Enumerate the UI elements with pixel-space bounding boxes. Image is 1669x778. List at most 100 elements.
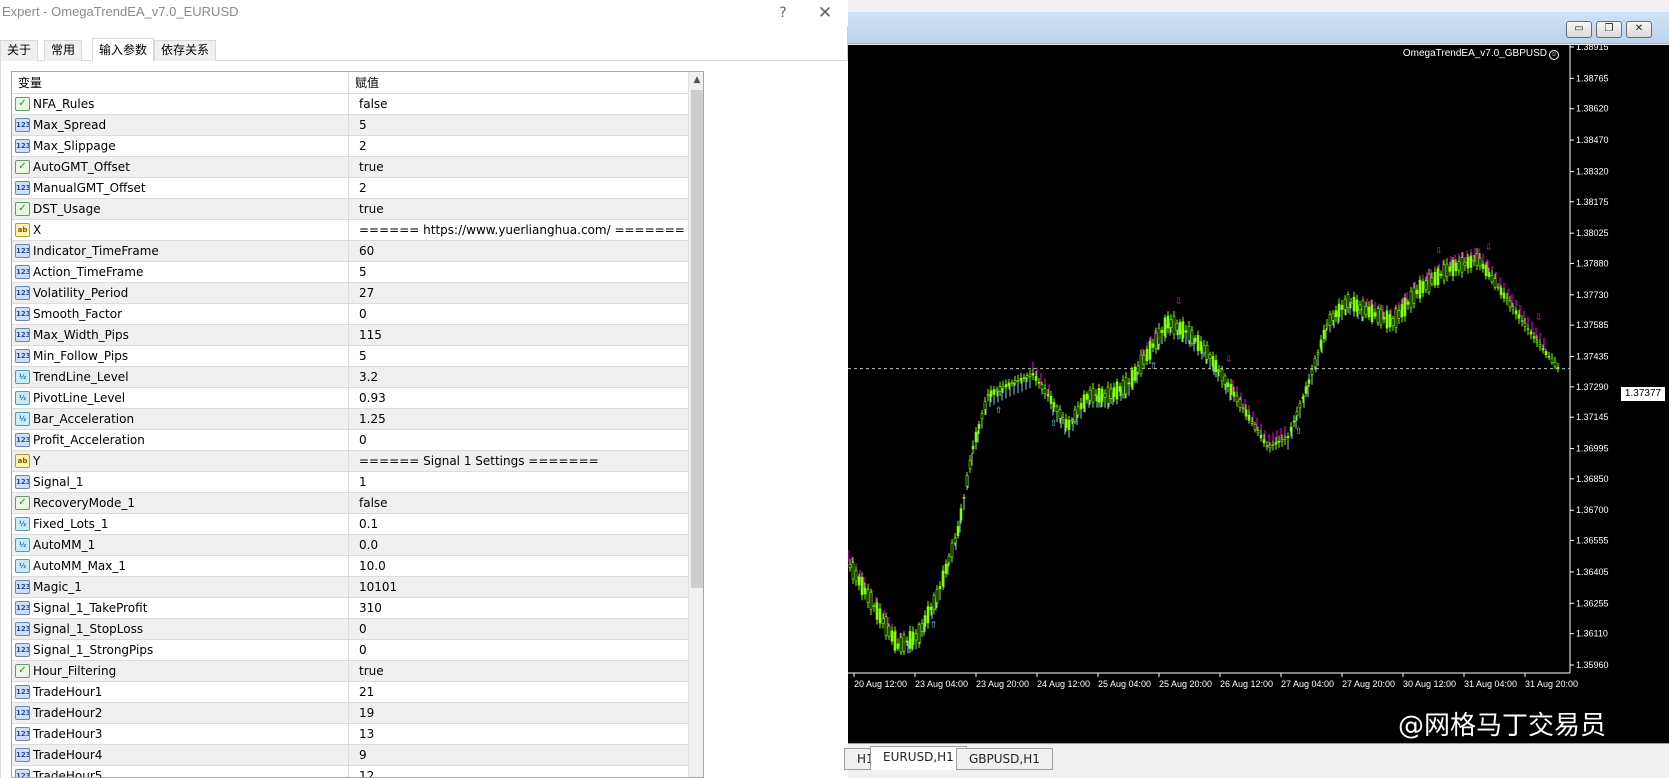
param-row[interactable]: ½ Fixed_Lots_1 0.1 [12,514,688,535]
param-row[interactable]: ✓ NFA_Rules false [12,94,688,115]
param-row[interactable]: 123 Min_Follow_Pips 5 [12,346,688,367]
type-int-icon: 123 [15,181,30,195]
close-icon[interactable]: ✕ [812,2,838,24]
tab-inputs[interactable]: 输入参数 [92,38,155,62]
param-row[interactable]: 123 Magic_1 10101 [12,577,688,598]
candle-body [1490,275,1494,283]
chart-tab-eurusd[interactable]: EURUSD,H1 [870,746,967,770]
param-value[interactable]: 1 [349,472,688,492]
param-name-cell: 123 TradeHour4 [12,745,349,765]
candle-body [926,606,930,624]
param-row[interactable]: ab X ====== https://www.yuerlianghua.com/ … [12,220,688,241]
param-value[interactable]: false [349,94,688,114]
param-row[interactable]: 123 ManualGMT_Offset 2 [12,178,688,199]
param-value[interactable]: ====== Signal 1 Settings ======= [349,451,688,471]
param-row[interactable]: ab Y ====== Signal 1 Settings ======= [12,451,688,472]
param-value[interactable]: true [349,199,688,219]
param-value[interactable]: 2 [349,136,688,156]
param-value[interactable]: false [349,493,688,513]
candle-body [1418,279,1422,299]
param-value[interactable]: true [349,157,688,177]
param-row[interactable]: 123 TradeHour5 12 [12,766,688,777]
param-value[interactable]: 310 [349,598,688,618]
param-value[interactable]: 0 [349,304,688,324]
param-name: Max_Slippage [33,139,116,153]
param-row[interactable]: ½ AutoMM_1 0.0 [12,535,688,556]
param-value[interactable]: 0 [349,619,688,639]
param-value[interactable]: ====== https://www.yuerlianghua.com/ ===… [349,220,688,240]
param-row[interactable]: 123 Indicator_TimeFrame 60 [12,241,688,262]
help-button[interactable]: ? [770,2,796,24]
candle-body [1469,255,1473,268]
dialog-titlebar[interactable]: Expert - OmegaTrendEA_v7.0_EURUSD ? ✕ [0,0,848,26]
candle-body [914,633,918,641]
param-row[interactable]: 123 TradeHour3 13 [12,724,688,745]
param-row[interactable]: 123 Smooth_Factor 0 [12,304,688,325]
scroll-up-icon[interactable]: ▲ [689,72,703,88]
param-value[interactable]: 10.0 [349,556,688,576]
param-value[interactable]: 0 [349,640,688,660]
param-row[interactable]: ½ Bar_Acceleration 1.25 [12,409,688,430]
param-value[interactable]: 0.93 [349,388,688,408]
param-row[interactable]: 123 Signal_1_StopLoss 0 [12,619,688,640]
tab-common[interactable]: 常用 [44,40,83,61]
type-int-icon: 123 [15,307,30,321]
chart-close-icon[interactable]: ✕ [1626,21,1652,38]
param-row[interactable]: 123 TradeHour1 21 [12,682,688,703]
param-row[interactable]: ✓ RecoveryMode_1 false [12,493,688,514]
param-value[interactable]: 3.2 [349,367,688,387]
param-row[interactable]: 123 Signal_1_StrongPips 0 [12,640,688,661]
param-row[interactable]: 123 Signal_1 1 [12,472,688,493]
scroll-thumb[interactable] [691,90,703,588]
param-row[interactable]: ✓ Hour_Filtering true [12,661,688,682]
param-row[interactable]: 123 TradeHour4 9 [12,745,688,766]
param-value[interactable]: 2 [349,178,688,198]
param-row[interactable]: 123 TradeHour2 19 [12,703,688,724]
param-value[interactable]: 1.25 [349,409,688,429]
param-name: TradeHour2 [33,706,103,720]
candle-body [986,394,990,397]
price-chart[interactable]: 1.38915 1.38765 1.38620 1.38470 1.38320 1.381… [848,45,1669,743]
param-value[interactable]: 0.0 [349,535,688,555]
tab-dependencies[interactable]: 依存关系 [154,40,217,61]
param-row[interactable]: 123 Volatility_Period 27 [12,283,688,304]
minimize-icon[interactable]: ▭ [1566,21,1592,38]
param-row[interactable]: ✓ AutoGMT_Offset true [12,157,688,178]
param-row[interactable]: ✓ DST_Usage true [12,199,688,220]
chart-tab-gbpusd[interactable]: GBPUSD,H1 [956,748,1053,770]
param-row[interactable]: ½ AutoMM_Max_1 10.0 [12,556,688,577]
chart-window-titlebar[interactable]: ▭ ❐ ✕ [848,12,1669,44]
param-value[interactable]: 60 [349,241,688,261]
grid-scrollbar[interactable]: ▲ [688,72,703,777]
param-value[interactable]: 13 [349,724,688,744]
param-value[interactable]: 0.1 [349,514,688,534]
column-header-value[interactable]: 赋值 [349,72,688,94]
param-row[interactable]: ½ TrendLine_Level 3.2 [12,367,688,388]
restore-icon[interactable]: ❐ [1596,21,1622,38]
param-row[interactable]: 123 Max_Width_Pips 115 [12,325,688,346]
param-row[interactable]: 123 Signal_1_TakeProfit 310 [12,598,688,619]
param-name: Indicator_TimeFrame [33,244,159,258]
param-value[interactable]: 19 [349,703,688,723]
param-value[interactable]: 27 [349,283,688,303]
param-value[interactable]: 9 [349,745,688,765]
tab-about[interactable]: 关于 [0,40,39,61]
param-value[interactable]: 5 [349,115,688,135]
param-row[interactable]: ½ PivotLine_Level 0.93 [12,388,688,409]
param-name: AutoMM_1 [33,538,96,552]
candle-body [1232,391,1236,397]
param-value[interactable]: 10101 [349,577,688,597]
column-header-variable[interactable]: 变量 [12,72,349,94]
param-value[interactable]: 0 [349,430,688,450]
param-value[interactable]: true [349,661,688,681]
param-row[interactable]: 123 Profit_Acceleration 0 [12,430,688,451]
param-row[interactable]: 123 Action_TimeFrame 5 [12,262,688,283]
param-value[interactable]: 12 [349,766,688,777]
param-row[interactable]: 123 Max_Spread 5 [12,115,688,136]
param-value[interactable]: 115 [349,325,688,345]
param-value[interactable]: 5 [349,346,688,366]
param-value[interactable]: 21 [349,682,688,702]
param-value[interactable]: 5 [349,262,688,282]
param-name-cell: 123 Profit_Acceleration [12,430,349,450]
param-row[interactable]: 123 Max_Slippage 2 [12,136,688,157]
